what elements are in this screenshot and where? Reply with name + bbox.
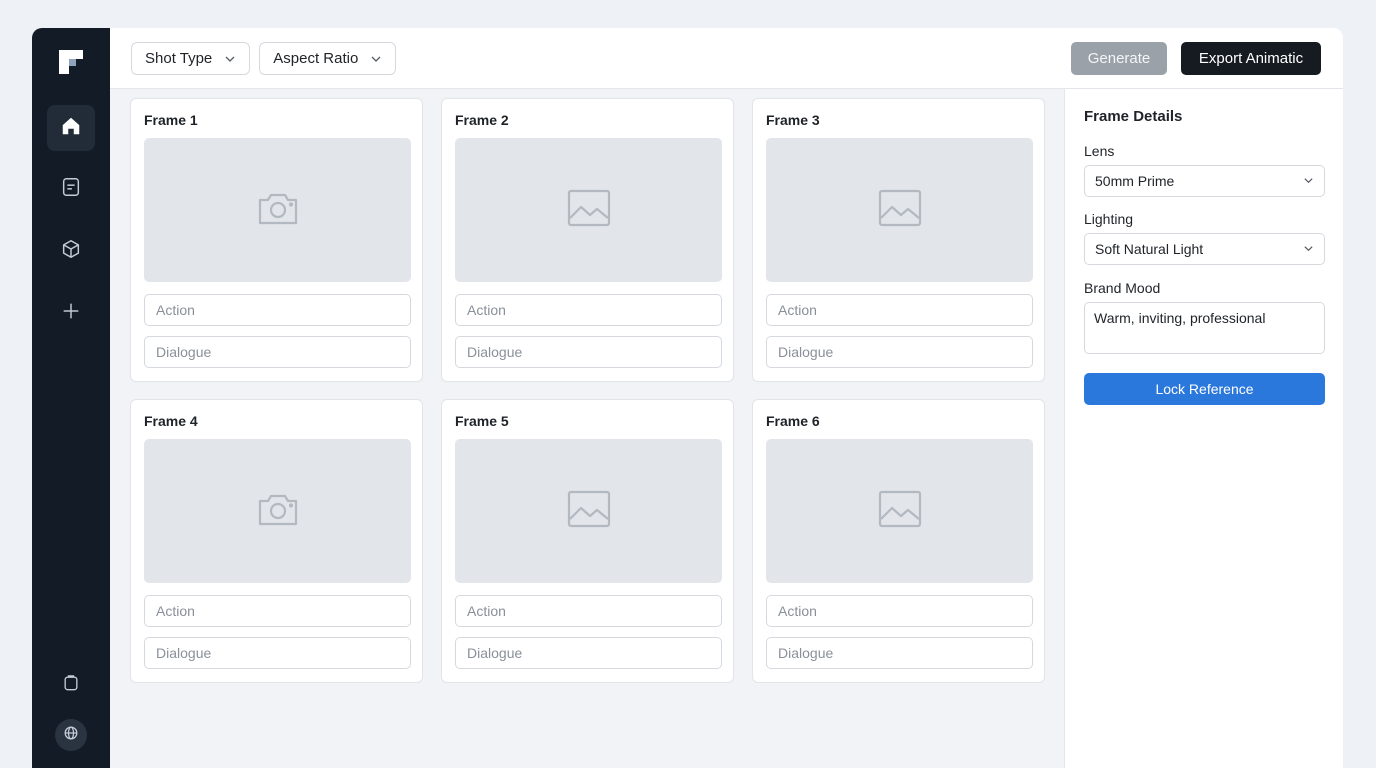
image-icon [877,188,923,233]
lens-value: 50mm Prime [1095,173,1175,189]
camera-icon [255,489,301,534]
document-icon [60,176,82,203]
frame-image-placeholder[interactable] [144,138,411,282]
shot-type-label: Shot Type [145,49,213,67]
sidebar-item-globe[interactable] [55,719,87,751]
shot-type-dropdown[interactable]: Shot Type [131,41,251,75]
dialogue-input[interactable] [766,336,1033,368]
frame-image-placeholder[interactable] [766,439,1033,583]
dialogue-input[interactable] [144,637,411,669]
frame-title: Frame 6 [766,413,820,429]
app-window: Shot Type Aspect Ratio Generate Export A… [32,28,1343,768]
aspect-ratio-label: Aspect Ratio [273,49,359,67]
lens-label: Lens [1084,143,1115,159]
frame-card-2[interactable]: Frame 2 [441,98,734,382]
content-area: Frame 1 Frame 2 Frame 3 Frame 4 Frame 5 Frame… [110,89,1343,768]
dialogue-input[interactable] [766,637,1033,669]
globe-icon [61,723,81,748]
cube-icon [60,238,82,265]
action-input[interactable] [766,595,1033,627]
generate-button[interactable]: Generate [1071,41,1167,75]
home-icon [60,115,82,142]
chevron-down-icon [224,52,236,64]
action-input[interactable] [144,294,411,326]
brand-mood-label: Brand Mood [1084,280,1161,296]
frame-title: Frame 2 [455,112,509,128]
app-logo-icon [57,48,85,76]
frame-card-6[interactable]: Frame 6 [752,399,1045,683]
sidebar-item-assets[interactable] [47,228,95,274]
sidebar [32,28,110,768]
dialogue-input[interactable] [144,336,411,368]
image-icon [877,489,923,534]
clipboard-icon [61,673,81,698]
frame-card-4[interactable]: Frame 4 [130,399,423,683]
chevron-down-icon [1303,241,1314,257]
sidebar-item-clipboard[interactable] [55,669,87,701]
sidebar-item-documents[interactable] [47,166,95,212]
camera-icon [255,188,301,233]
image-icon [566,489,612,534]
frame-card-3[interactable]: Frame 3 [752,98,1045,382]
details-title: Frame Details [1084,108,1183,125]
main-area: Shot Type Aspect Ratio Generate Export A… [110,28,1343,768]
frame-title: Frame 5 [455,413,509,429]
chevron-down-icon [370,52,382,64]
frame-grid: Frame 1 Frame 2 Frame 3 Frame 4 Frame 5 Frame… [110,89,1064,768]
action-input[interactable] [455,595,722,627]
frame-image-placeholder[interactable] [766,138,1033,282]
frame-title: Frame 4 [144,413,198,429]
lens-select[interactable]: 50mm Prime [1084,165,1325,197]
frame-details-panel: Frame Details Lens 50mm Prime Lighting Soft … [1064,89,1343,768]
export-animatic-button[interactable]: Export Animatic [1181,41,1321,75]
plus-icon [60,300,82,327]
chevron-down-icon [1303,173,1314,189]
frame-card-5[interactable]: Frame 5 [441,399,734,683]
action-input[interactable] [455,294,722,326]
frame-image-placeholder[interactable] [455,138,722,282]
lighting-select[interactable]: Soft Natural Light [1084,233,1325,265]
frame-image-placeholder[interactable] [144,439,411,583]
aspect-ratio-dropdown[interactable]: Aspect Ratio [259,41,397,75]
toolbar: Shot Type Aspect Ratio Generate Export A… [110,28,1343,89]
sidebar-item-home[interactable] [47,105,95,151]
lighting-value: Soft Natural Light [1095,241,1204,257]
action-input[interactable] [766,294,1033,326]
frame-title: Frame 1 [144,112,198,128]
lighting-label: Lighting [1084,211,1134,227]
frame-card-1[interactable]: Frame 1 [130,98,423,382]
action-input[interactable] [144,595,411,627]
frame-title: Frame 3 [766,112,820,128]
lock-reference-button[interactable]: Lock Reference [1084,373,1325,405]
sidebar-item-add[interactable] [47,290,95,336]
frame-image-placeholder[interactable] [455,439,722,583]
image-icon [566,188,612,233]
dialogue-input[interactable] [455,637,722,669]
dialogue-input[interactable] [455,336,722,368]
brand-mood-textarea[interactable] [1084,302,1325,354]
